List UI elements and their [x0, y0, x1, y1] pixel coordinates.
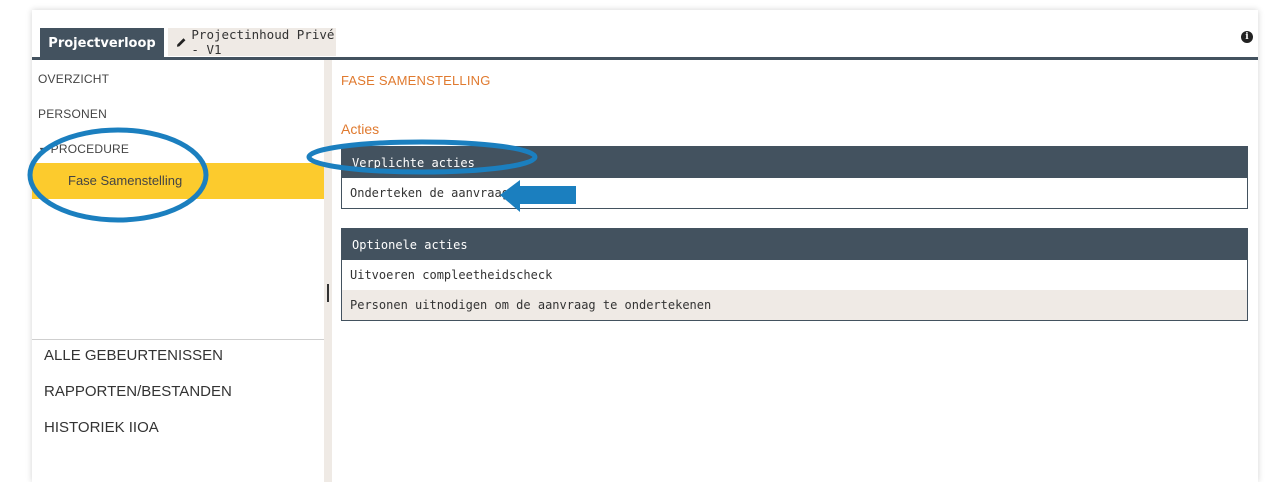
required-actions-header: Verplichte acties — [342, 147, 1247, 178]
info-icon[interactable]: i — [1241, 31, 1253, 43]
tab-projectinhoud-label: Projectinhoud Privé - V1 — [191, 27, 335, 57]
action-onderteken-aanvraag[interactable]: Onderteken de aanvraag — [342, 178, 1247, 208]
action-compleetheidscheck[interactable]: Uitvoeren compleetheidscheck — [342, 260, 1247, 290]
splitter-handle[interactable] — [327, 284, 329, 302]
link-historiek-iioa[interactable]: HISTORIEK IIOA — [44, 419, 159, 436]
page-title: FASE SAMENSTELLING — [341, 73, 491, 88]
optional-actions-header: Optionele acties — [342, 229, 1247, 260]
sidebar-item-overzicht[interactable]: OVERZICHT — [38, 72, 109, 86]
section-title-acties: Acties — [341, 121, 380, 137]
tabbar-divider — [32, 57, 1258, 60]
expand-triangle-icon: ▼ — [38, 145, 48, 155]
sidebar-item-procedure[interactable]: ▼ PROCEDURE — [38, 142, 129, 156]
sidebar-item-personen[interactable]: PERSONEN — [38, 107, 107, 121]
sidebar-item-procedure-label: PROCEDURE — [50, 142, 130, 156]
optional-actions-panel: Optionele acties Uitvoeren compleetheids… — [341, 228, 1248, 321]
pencil-icon — [176, 37, 186, 47]
action-personen-uitnodigen[interactable]: Personen uitnodigen om de aanvraag te on… — [342, 290, 1247, 320]
sidebar-selected-label: Fase Samenstelling — [68, 173, 183, 188]
tab-projectinhoud[interactable]: Projectinhoud Privé - V1 — [168, 27, 336, 57]
link-rapporten-bestanden[interactable]: RAPPORTEN/BESTANDEN — [44, 383, 232, 400]
required-actions-panel: Verplichte acties Onderteken de aanvraag — [341, 146, 1248, 209]
link-alle-gebeurtenissen[interactable]: ALLE GEBEURTENISSEN — [44, 347, 223, 364]
sidebar-divider — [32, 339, 324, 340]
pane-splitter[interactable] — [324, 60, 332, 482]
sidebar-item-fase-samenstelling[interactable]: Fase Samenstelling — [32, 163, 324, 199]
tab-projectverloop[interactable]: Projectverloop — [40, 28, 164, 58]
